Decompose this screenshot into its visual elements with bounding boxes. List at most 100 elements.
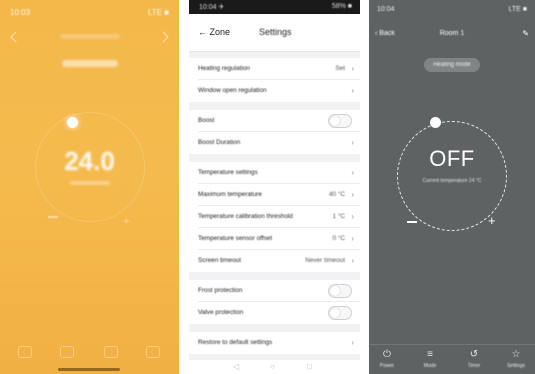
valve-protection-toggle[interactable] <box>328 306 352 320</box>
system-nav-bar: ◁ ○ □ <box>189 360 360 374</box>
mode-icon[interactable] <box>60 346 74 358</box>
mode-label-placeholder <box>62 60 118 67</box>
nav-bar: ‹ Back Room 1 ✎ <box>369 28 535 42</box>
dial-knob[interactable] <box>67 117 78 128</box>
back-button[interactable]: ← Zone <box>198 27 230 37</box>
row-value: 0 °C <box>332 235 345 242</box>
settings-row-frost-protection: Frost protection <box>189 280 360 302</box>
temperature-readout: 24.0 <box>64 146 115 176</box>
chevron-right-icon: › <box>351 256 354 265</box>
tab-timer[interactable]: ↺ Timer <box>459 349 489 369</box>
power-state-readout: OFF <box>429 146 475 171</box>
back-icon[interactable] <box>10 31 22 43</box>
settings-row-window-open[interactable]: Window open regulation › <box>189 80 360 102</box>
dial-knob[interactable] <box>430 117 441 128</box>
nav-bar: ← Zone Settings <box>189 14 360 52</box>
nav-home-icon[interactable]: ○ <box>270 362 275 371</box>
status-time: 10:04 <box>377 6 395 13</box>
page-title: Room 1 <box>439 30 465 37</box>
home-indicator <box>58 368 120 371</box>
row-label: Temperature sensor offset <box>198 235 273 242</box>
tab-settings[interactable]: ☆ Settings <box>501 349 531 369</box>
settings-row-restore-defaults[interactable]: Restore to default settings › <box>189 332 360 354</box>
power-icon: ⏻ <box>383 349 391 360</box>
decrease-temperature-button[interactable] <box>48 216 58 218</box>
boost-toggle[interactable] <box>328 114 352 128</box>
row-label: Maximum temperature <box>198 191 262 198</box>
top-nav <box>0 30 179 44</box>
settings-row-temperature-settings[interactable]: Temperature settings › <box>189 162 360 184</box>
row-value: 1 °C <box>332 213 345 220</box>
row-value: Set <box>335 65 345 72</box>
settings-row-boost: Boost <box>189 110 360 132</box>
status-bar: 10:03 LTE ■ <box>0 8 179 20</box>
settings-row-valve-protection: Valve protection <box>189 302 360 324</box>
status-signal: LTE ■ <box>147 8 169 17</box>
back-button[interactable]: ‹ Back <box>375 30 395 37</box>
back-arrow-icon: ← <box>198 27 207 37</box>
settings-row-heating-regulation[interactable]: Heating regulation Set › <box>189 58 360 80</box>
tab-power[interactable]: ⏻ Power <box>372 349 402 369</box>
more-icon[interactable] <box>157 31 169 43</box>
settings-row-screen-timeout[interactable]: Screen timeout Never timeout › <box>189 250 360 272</box>
row-label: Boost Duration <box>198 139 241 146</box>
row-label: Temperature calibration threshold <box>198 213 293 220</box>
settings-row-sensor-offset[interactable]: Temperature sensor offset 0 °C › <box>189 228 360 250</box>
device-title-placeholder <box>60 34 120 39</box>
status-signal: LTE ■ <box>508 6 528 13</box>
thermostat-screen-orange: 10:03 LTE ■ 24.0 + <box>0 0 179 374</box>
timer-icon[interactable] <box>104 346 118 358</box>
edit-icon[interactable]: ✎ <box>522 29 529 38</box>
bottom-tab-bar <box>0 344 179 374</box>
chevron-right-icon: › <box>351 338 354 347</box>
tab-label: Timer <box>467 363 481 369</box>
timer-icon: ↺ <box>469 349 479 360</box>
row-label: Boost <box>198 117 215 124</box>
mode-icon: ≡ <box>427 349 433 360</box>
row-label: Restore to default settings <box>198 339 273 346</box>
tab-mode[interactable]: ≡ Mode <box>415 349 445 369</box>
mode-pill[interactable]: Heating mode <box>424 58 480 72</box>
increase-temperature-button[interactable]: + <box>488 214 496 227</box>
row-label: Valve protection <box>198 309 244 316</box>
nav-recents-icon[interactable]: □ <box>307 362 312 371</box>
increase-temperature-button[interactable]: + <box>123 215 130 227</box>
status-signal: 58% ■ <box>331 3 352 10</box>
page-title: Settings <box>259 27 292 37</box>
tab-label: Power <box>379 363 395 369</box>
settings-screen: 10:04 ✈ 58% ■ ← Zone Settings Heating re… <box>189 0 360 374</box>
thermostat-screen-off: 10:04 LTE ■ ‹ Back Room 1 ✎ Heating mode… <box>369 0 535 374</box>
status-bar: 10:04 LTE ■ <box>369 6 535 18</box>
sub-label-placeholder <box>70 181 110 185</box>
nav-back-icon[interactable]: ◁ <box>233 362 239 371</box>
settings-row-boost-duration[interactable]: Boost Duration › <box>189 132 360 154</box>
row-value: 40 °C <box>328 191 345 198</box>
status-time: 10:03 <box>10 8 31 17</box>
chevron-right-icon: › <box>351 168 354 177</box>
row-label: Heating regulation <box>198 65 250 72</box>
decrease-temperature-button[interactable] <box>407 221 417 223</box>
row-label: Frost protection <box>198 287 243 294</box>
settings-row-max-temperature[interactable]: Maximum temperature 40 °C › <box>189 184 360 206</box>
mode-label: Heating mode <box>433 62 471 68</box>
current-temperature-label: Current temperature 24 °C <box>422 178 482 184</box>
settings-row-calibration-threshold[interactable]: Temperature calibration threshold 1 °C › <box>189 206 360 228</box>
frost-protection-toggle[interactable] <box>328 284 352 298</box>
chevron-right-icon: › <box>351 234 354 243</box>
status-time: 10:04 ✈ <box>199 4 225 11</box>
tab-label: Settings <box>506 363 526 369</box>
row-label: Temperature settings <box>198 169 258 176</box>
power-icon[interactable] <box>18 346 32 358</box>
chevron-right-icon: › <box>351 86 354 95</box>
back-label: Zone <box>209 27 231 37</box>
chevron-right-icon: › <box>351 212 354 221</box>
chevron-right-icon: › <box>351 138 354 147</box>
bottom-tab-bar: ⏻ Power ≡ Mode ↺ Timer ☆ Settings <box>369 344 535 374</box>
status-bar: 10:04 ✈ 58% ■ <box>189 0 360 14</box>
chevron-right-icon: › <box>351 64 354 73</box>
row-label: Window open regulation <box>198 87 267 94</box>
settings-icon[interactable] <box>146 346 160 358</box>
row-label: Screen timeout <box>198 257 241 264</box>
tab-label: Mode <box>423 363 437 369</box>
row-value: Never timeout <box>305 257 345 264</box>
